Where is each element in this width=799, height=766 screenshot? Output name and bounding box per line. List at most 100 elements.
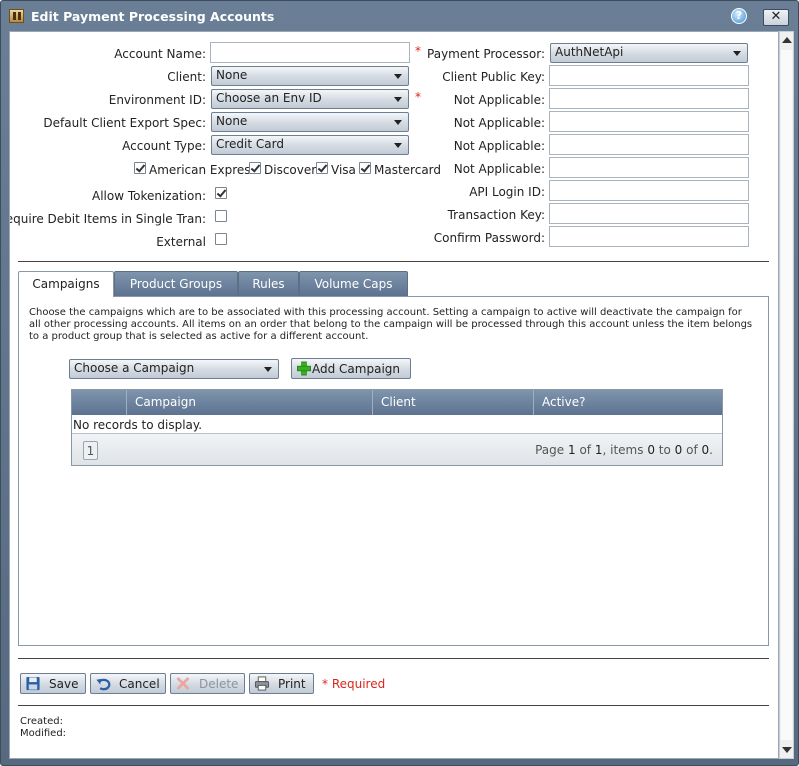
not-applicable-input[interactable] [549,111,749,132]
undo-icon [96,678,111,691]
not-applicable-label: Not Applicable: [453,139,545,153]
confirm-password-label: Confirm Password: [433,231,545,245]
tab-rules[interactable]: Rules [238,271,299,296]
edit-dialog-window: Edit Payment Processing Accounts ? ✕ Acc… [0,0,799,766]
app-icon [9,9,24,23]
scroll-thumb[interactable] [781,50,792,740]
add-campaign-button[interactable]: Add Campaign [291,358,411,379]
delete-button[interactable]: Delete [170,673,245,694]
payment-processor-label: Payment Processor: [427,47,545,61]
allow-tokenization-checkbox[interactable] [215,187,227,199]
external-checkbox[interactable] [215,233,227,245]
delete-label: Delete [199,677,239,691]
environment-id-value: Choose an Env ID [216,91,322,105]
divider [18,261,769,262]
pager-to-value: 0 [674,443,683,457]
pager-from: 0 [647,443,655,457]
mastercard-checkbox[interactable] [359,162,371,174]
modified-label: Modified: [20,728,67,739]
discover-label: Discover [264,163,317,177]
visa-checkbox[interactable] [316,162,328,174]
vertical-scrollbar[interactable] [779,31,794,759]
dialog-content: Account Name: * Client: None Environment… [9,31,779,759]
not-applicable-label: Not Applicable: [453,116,545,130]
account-type-select[interactable]: Credit Card [211,135,409,155]
chevron-down-icon [394,120,402,125]
cancel-label: Cancel [119,677,160,691]
external-label: External [156,235,206,249]
export-spec-value: None [216,114,248,128]
cancel-button[interactable]: Cancel [90,673,166,694]
discover-checkbox[interactable] [249,162,261,174]
printer-icon [254,676,270,691]
not-applicable-input[interactable] [549,134,749,155]
pager-of: of [686,443,698,457]
tab-product-groups[interactable]: Product Groups [114,271,238,296]
pager-of: of [579,443,592,457]
page-number-button[interactable]: 1 [83,441,98,460]
save-icon [26,676,40,691]
api-login-id-input[interactable] [549,180,749,201]
save-label: Save [49,677,79,691]
close-button[interactable]: ✕ [763,9,789,26]
client-select[interactable]: None [211,66,409,86]
plus-icon [297,361,311,376]
visa-label: Visa [331,163,356,177]
required-marker: * [415,90,421,104]
divider [18,705,769,706]
created-label: Created: [20,716,63,727]
print-button[interactable]: Print [249,673,314,694]
environment-id-label: Environment ID: [108,93,206,107]
amex-checkbox[interactable] [134,162,146,174]
scroll-up-icon[interactable] [782,37,792,43]
title-bar[interactable]: Edit Payment Processing Accounts ? ✕ [1,1,798,31]
campaigns-tab-panel: Choose the campaigns which are to be ass… [18,296,769,646]
choose-campaign-select[interactable]: Choose a Campaign [69,359,279,379]
not-applicable-input[interactable] [549,88,749,109]
account-type-value: Credit Card [216,137,284,151]
mastercard-label: Mastercard [374,163,442,177]
pager-info: Page 1 of 1, items 0 to 0 of 0. [535,443,713,457]
transaction-key-input[interactable] [549,203,749,224]
confirm-password-input[interactable] [549,226,749,247]
pager-suffix: . [709,443,713,457]
save-button[interactable]: Save [20,673,86,694]
chevron-down-icon [733,51,741,56]
chevron-down-icon [394,74,402,79]
transaction-key-label: Transaction Key: [447,208,545,222]
print-label: Print [278,677,306,691]
environment-id-select[interactable]: Choose an Env ID [211,89,409,109]
delete-icon [176,677,190,690]
divider [18,658,769,659]
window-title: Edit Payment Processing Accounts [31,9,275,24]
api-login-id-label: API Login ID: [469,185,545,199]
require-debit-label: Require Debit Items in Single Tran: [9,212,206,226]
column-client[interactable]: Client [372,390,533,415]
tab-volume-caps[interactable]: Volume Caps [299,271,408,296]
pager-to: to [658,443,671,457]
grid-header: Campaign Client Active? [72,390,722,415]
client-public-key-label: Client Public Key: [442,70,545,84]
client-select-value: None [216,68,248,82]
client-label: Client: [167,70,206,84]
pager-items-label: , items [602,443,644,457]
payment-processor-select[interactable]: AuthNetApi [550,43,748,63]
client-public-key-input[interactable] [549,65,749,86]
not-applicable-label: Not Applicable: [453,93,545,107]
column-campaign[interactable]: Campaign [126,390,371,415]
column-active[interactable]: Active? [533,390,722,415]
grid-pager: 1 Page 1 of 1, items 0 to 0 of 0. [72,433,722,465]
required-note: * Required [322,677,386,691]
campaigns-grid: Campaign Client Active? No records to di… [71,389,723,466]
allow-tokenization-label: Allow Tokenization: [91,189,206,203]
account-name-label: Account Name: [114,47,206,61]
export-spec-select[interactable]: None [211,112,409,132]
tab-campaigns[interactable]: Campaigns [18,271,114,297]
scroll-down-icon[interactable] [782,747,792,753]
chevron-down-icon [394,97,402,102]
require-debit-checkbox[interactable] [215,210,227,222]
account-name-input[interactable] [210,42,410,63]
chevron-down-icon [394,143,402,148]
help-icon[interactable]: ? [731,8,747,24]
not-applicable-input[interactable] [549,157,749,178]
